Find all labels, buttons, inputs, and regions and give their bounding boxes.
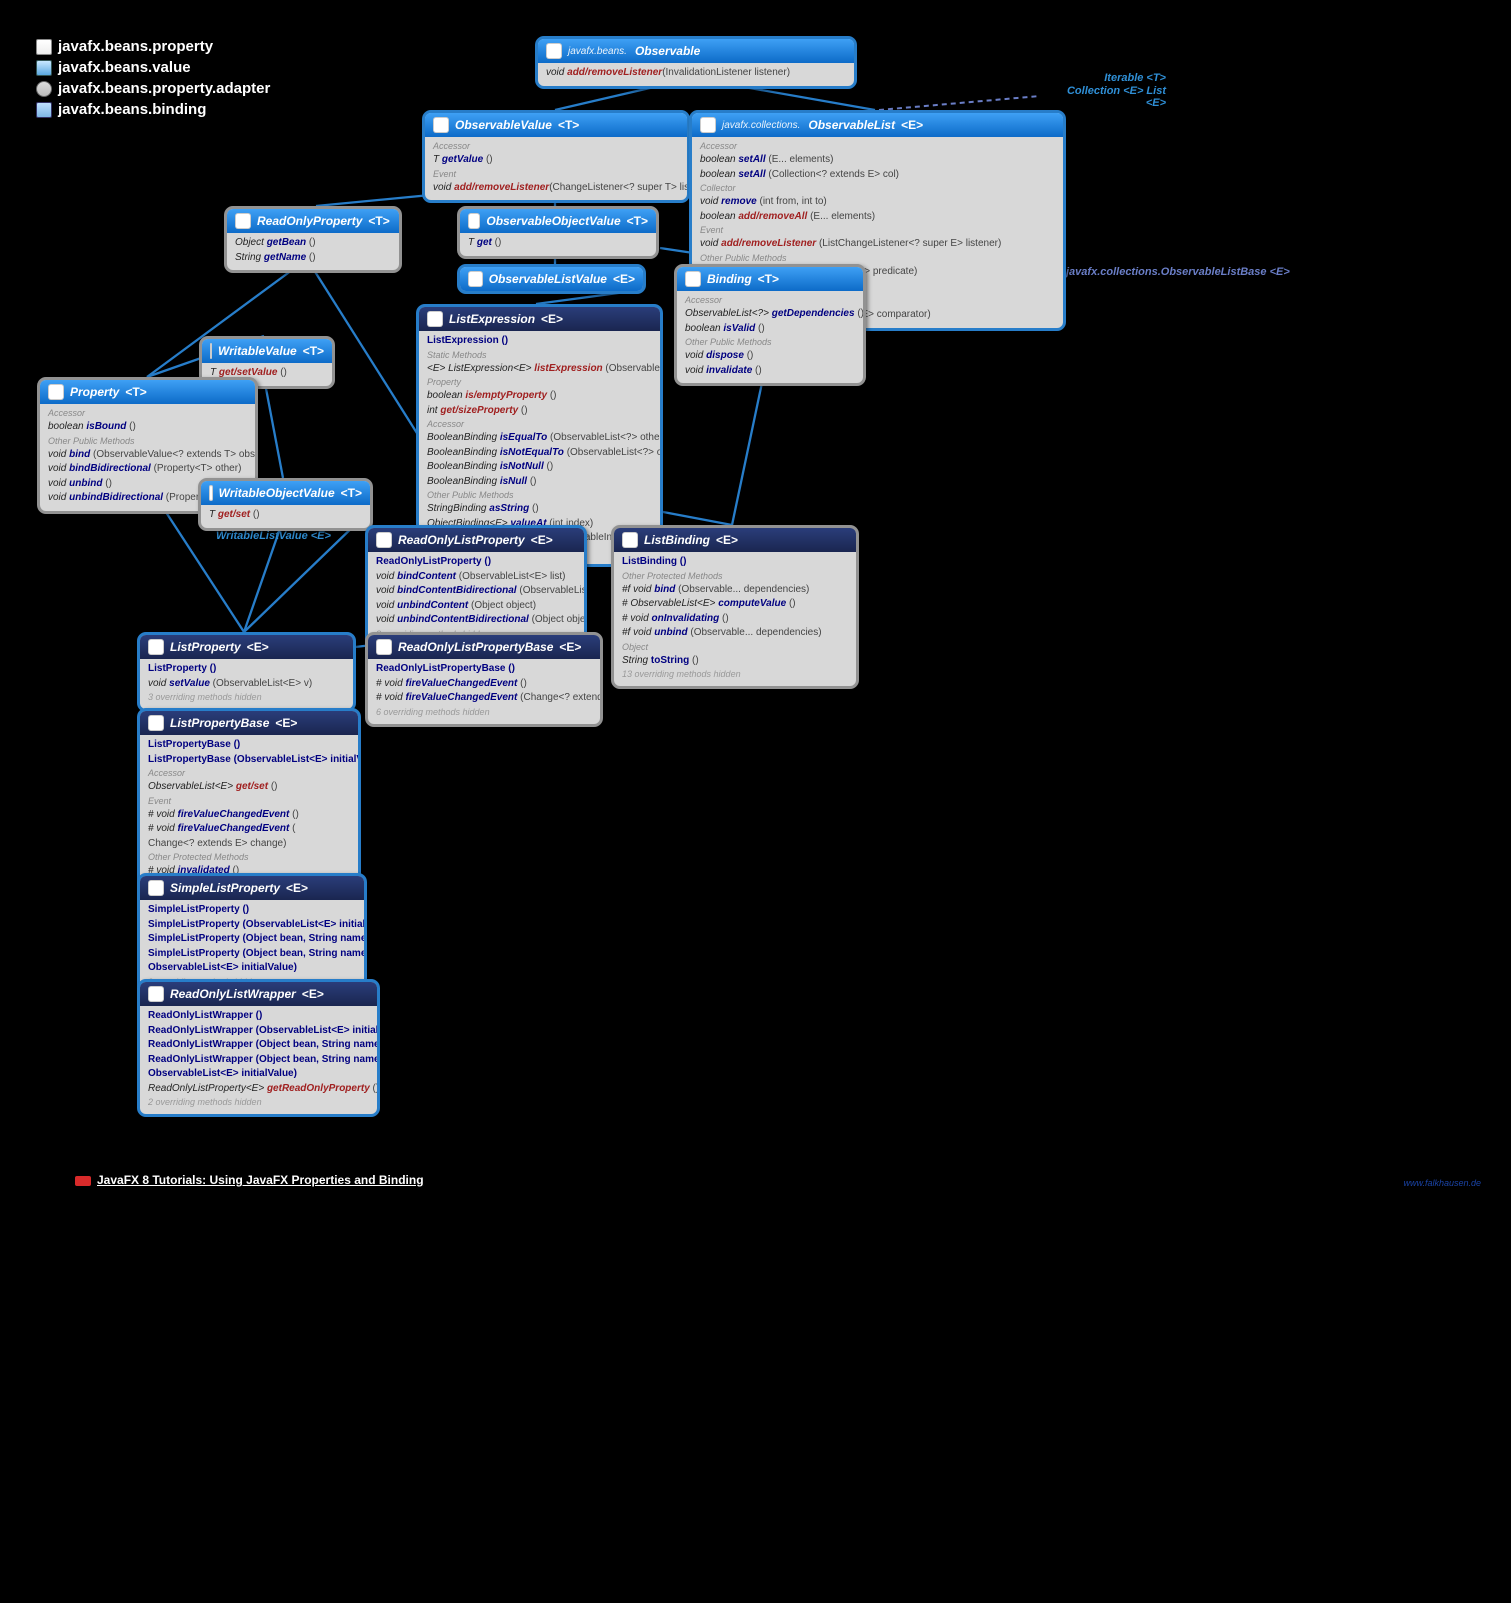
class-header: WritableValue <T> xyxy=(202,339,332,363)
class-body: ListProperty ()void setValue (Observable… xyxy=(140,659,353,709)
class-body: T get () xyxy=(460,233,656,256)
external-type-observable-list-base: javafx.collections.ObservableListBase <E… xyxy=(1066,266,1290,279)
class-icon xyxy=(210,343,212,359)
value-package-icon xyxy=(36,60,52,76)
class-header: ListPropertyBase <E> xyxy=(140,711,358,735)
class-box-binding[interactable]: Binding <T> AccessorObservableList<?> ge… xyxy=(674,264,866,386)
class-icon xyxy=(148,986,164,1002)
class-header: ReadOnlyListProperty <E> xyxy=(368,528,584,552)
property-package-icon xyxy=(36,39,52,55)
class-header: javafx.beans.Observable xyxy=(538,39,854,63)
legend-label: javafx.beans.binding xyxy=(58,101,206,118)
class-icon xyxy=(148,880,164,896)
class-icon xyxy=(148,715,164,731)
class-box-writableObjectValue[interactable]: WritableObjectValue <T> T get/set () xyxy=(198,478,373,531)
class-box-readOnlyListWrapper[interactable]: ReadOnlyListWrapper <E> ReadOnlyListWrap… xyxy=(137,979,380,1117)
class-header: Binding <T> xyxy=(677,267,863,291)
class-icon xyxy=(235,213,251,229)
class-box-listBinding[interactable]: ListBinding <E> ListBinding ()Other Prot… xyxy=(611,525,859,689)
class-icon xyxy=(468,271,483,287)
tutorial-link-text: JavaFX 8 Tutorials: Using JavaFX Propert… xyxy=(97,1173,424,1187)
class-icon xyxy=(546,43,562,59)
class-header: ReadOnlyListWrapper <E> xyxy=(140,982,377,1006)
legend: javafx.beans.property javafx.beans.value… xyxy=(36,36,270,120)
class-header: ListExpression <E> xyxy=(419,307,660,331)
class-box-listProperty[interactable]: ListProperty <E> ListProperty ()void set… xyxy=(137,632,356,712)
class-body: ReadOnlyListWrapper ()ReadOnlyListWrappe… xyxy=(140,1006,377,1114)
class-header: javafx.collections.ObservableList <E> xyxy=(692,113,1063,137)
external-types-iterable: Iterable <T> Collection <E> List <E> xyxy=(1056,72,1166,110)
class-box-readOnlyListPropertyBase[interactable]: ReadOnlyListPropertyBase <E> ReadOnlyLis… xyxy=(365,632,603,727)
class-header: ReadOnlyProperty <T> xyxy=(227,209,399,233)
legend-item: javafx.beans.binding xyxy=(36,99,270,120)
external-type-writable-list-value: WritableListValue <E> xyxy=(216,530,331,543)
class-box-simpleListProperty[interactable]: SimpleListProperty <E> SimpleListPropert… xyxy=(137,873,367,997)
class-body: ReadOnlyListPropertyBase ()# void fireVa… xyxy=(368,659,600,724)
credit-text: www.falkhausen.de xyxy=(1403,1178,1481,1188)
class-icon xyxy=(700,117,716,133)
class-header: Property <T> xyxy=(40,380,255,404)
class-body: AccessorT getValue ()Eventvoid add/remov… xyxy=(425,137,687,200)
class-icon xyxy=(622,532,638,548)
class-header: ObservableValue <T> xyxy=(425,113,687,137)
legend-item: javafx.beans.property xyxy=(36,36,270,57)
legend-label: javafx.beans.property xyxy=(58,38,213,55)
class-header: WritableObjectValue <T> xyxy=(201,481,370,505)
class-icon xyxy=(48,384,64,400)
class-header: ObservableListValue <E> xyxy=(460,267,643,291)
class-header: ListProperty <E> xyxy=(140,635,353,659)
class-icon xyxy=(427,311,443,327)
class-box-readOnlyProperty[interactable]: ReadOnlyProperty <T> Object getBean ()St… xyxy=(224,206,402,273)
class-icon xyxy=(685,271,701,287)
class-body: AccessorObservableList<?> getDependencie… xyxy=(677,291,863,383)
class-body: T get/set () xyxy=(201,505,370,528)
legend-label: javafx.beans.value xyxy=(58,59,191,76)
class-box-observableObjectValue[interactable]: ObservableObjectValue <T> T get () xyxy=(457,206,659,259)
adapter-package-icon xyxy=(36,81,52,97)
class-header: ObservableObjectValue <T> xyxy=(460,209,656,233)
class-body: Object getBean ()String getName () xyxy=(227,233,399,270)
class-box-observableValue[interactable]: ObservableValue <T> AccessorT getValue (… xyxy=(422,110,690,203)
class-box-observableListValue[interactable]: ObservableListValue <E> xyxy=(457,264,646,294)
legend-item: javafx.beans.property.adapter xyxy=(36,78,270,99)
binding-package-icon xyxy=(36,102,52,118)
class-icon xyxy=(468,213,480,229)
class-icon xyxy=(376,532,392,548)
tutorial-link[interactable]: JavaFX 8 Tutorials: Using JavaFX Propert… xyxy=(75,1173,424,1187)
class-icon xyxy=(433,117,449,133)
class-header: ListBinding <E> xyxy=(614,528,856,552)
legend-item: javafx.beans.value xyxy=(36,57,270,78)
class-box-observable[interactable]: javafx.beans.Observable void add/removeL… xyxy=(535,36,857,89)
class-header: ReadOnlyListPropertyBase <E> xyxy=(368,635,600,659)
class-body: ListBinding ()Other Protected Methods#f … xyxy=(614,552,856,686)
class-box-listPropertyBase[interactable]: ListPropertyBase <E> ListPropertyBase ()… xyxy=(137,708,361,900)
class-icon xyxy=(376,639,392,655)
class-body: void add/removeListener(InvalidationList… xyxy=(538,63,854,86)
class-header: SimpleListProperty <E> xyxy=(140,876,364,900)
class-box-readOnlyListProperty[interactable]: ReadOnlyListProperty <E> ReadOnlyListPro… xyxy=(365,525,587,649)
oracle-icon xyxy=(75,1176,91,1186)
legend-label: javafx.beans.property.adapter xyxy=(58,80,270,97)
class-icon xyxy=(209,485,213,501)
class-icon xyxy=(148,639,164,655)
